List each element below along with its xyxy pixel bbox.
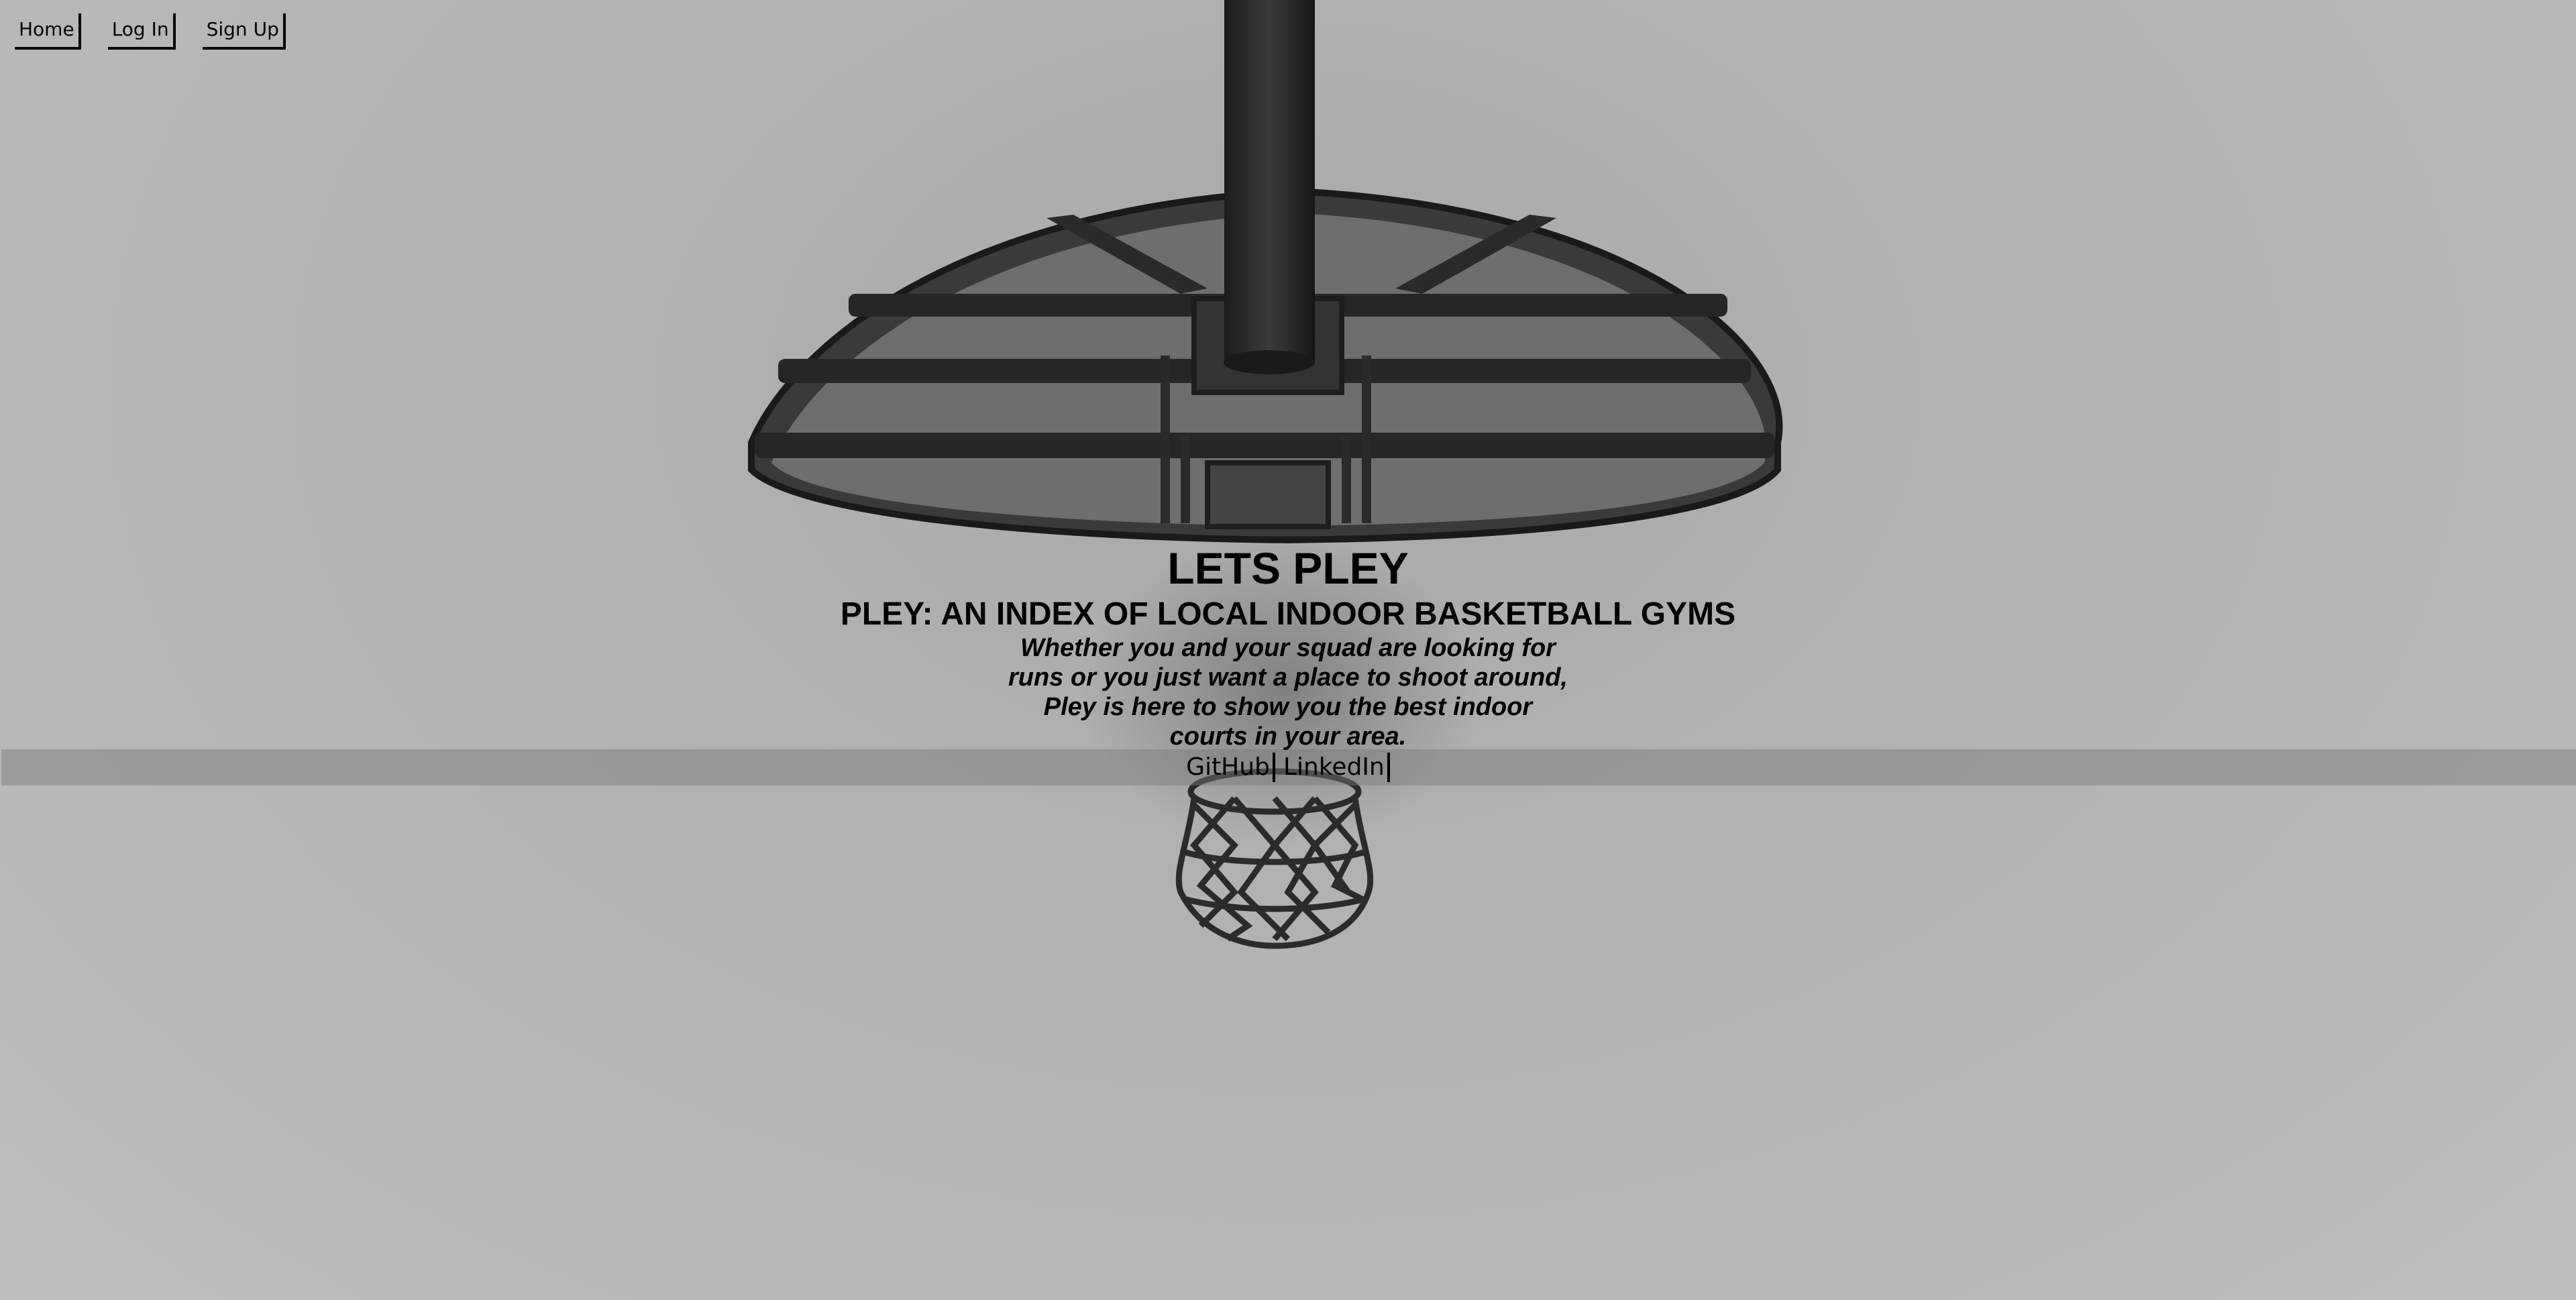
description-line: Whether you and your squad are looking f… <box>1020 634 1556 662</box>
linkedin-link[interactable]: LinkedIn <box>1283 753 1390 782</box>
hero-description: Whether you and your squad are looking f… <box>1000 633 1576 751</box>
page-title: LETS PLEY <box>1167 543 1409 593</box>
sign-up-button[interactable]: Sign Up <box>202 13 286 50</box>
description-line: runs or you just want a place to shoot a… <box>1008 663 1568 692</box>
home-button[interactable]: Home <box>15 13 81 50</box>
social-links: GitHub LinkedIn <box>0 749 2576 786</box>
log-in-button[interactable]: Log In <box>107 13 176 50</box>
top-nav: Home Log In Sign Up <box>15 13 286 50</box>
hero-section: LETS PLEY PLEY: AN INDEX OF LOCAL INDOOR… <box>0 541 2576 751</box>
github-link[interactable]: GitHub <box>1186 753 1275 782</box>
description-line: courts in your area. <box>1169 722 1407 751</box>
description-line: Pley is here to show you the best indoor <box>1043 693 1533 721</box>
page-subtitle: PLEY: AN INDEX OF LOCAL INDOOR BASKETBAL… <box>840 596 1736 632</box>
